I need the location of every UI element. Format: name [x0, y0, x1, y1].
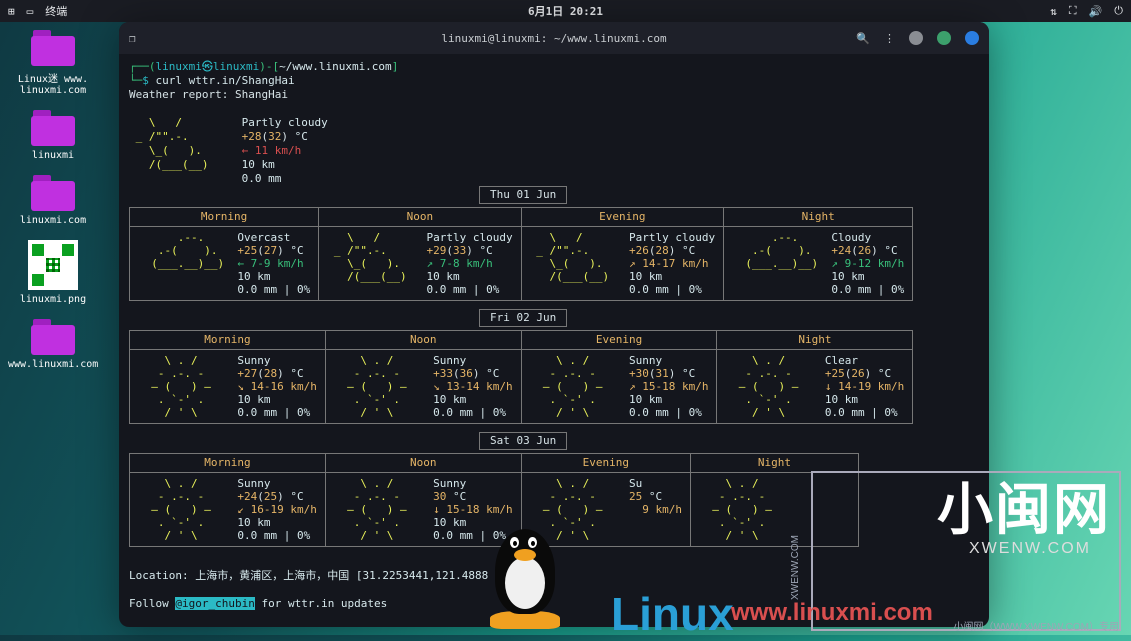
forecast-table: MorningNoonEveningNight \ . / Sunny - .-… [129, 330, 913, 424]
power-icon[interactable]: ⏻ [1114, 4, 1123, 18]
terminal-titlebar[interactable]: ❐ linuxmi@linuxmi: ~/www.linuxmi.com 🔍 ⋮ [119, 22, 989, 54]
folder-icon [31, 110, 75, 146]
forecast-cell: \ . / Sunny - .-. - +30(31) °C ‒ ( ) ‒ ↗… [521, 350, 717, 424]
desktop-icon-3[interactable]: linuxmi.png [8, 240, 98, 305]
screen-icon[interactable]: ⛶ [1069, 4, 1077, 18]
period-header: Night [690, 454, 858, 473]
new-tab-icon[interactable]: ❐ [129, 32, 136, 45]
desktop-icon-0[interactable]: Linux迷 www. linuxmi.com [8, 30, 98, 96]
day-label: Thu 01 Jun [479, 186, 567, 204]
activities-icon[interactable]: ⊞ [8, 5, 15, 18]
period-header: Noon [319, 208, 521, 227]
period-header: Morning [130, 331, 326, 350]
qr-image-icon [28, 240, 78, 290]
period-header: Evening [521, 208, 723, 227]
watermark-side: XWENW.COM [790, 535, 801, 600]
day-label: Sat 03 Jun [479, 432, 567, 450]
desktop-icon-label: linuxmi [8, 150, 98, 161]
active-app-label[interactable]: 终端 [45, 3, 67, 19]
period-header: Night [724, 208, 913, 227]
forecast-cell: \ . / Sunny - .-. - +33(36) °C ‒ ( ) ‒ ↘… [325, 350, 521, 424]
day-label: Fri 02 Jun [479, 309, 567, 327]
forecast-cell: \ . / Sunny - .-. - +24(25) °C ‒ ( ) ‒ ↙… [130, 473, 326, 547]
forecast-cell: \ / Partly cloudy _ /"".-. +29(33) °C \_… [319, 227, 521, 301]
desktop-icon-2[interactable]: linuxmi.com [8, 175, 98, 226]
desktop-icon-label: Linux迷 www. linuxmi.com [8, 70, 98, 96]
period-header: Noon [325, 454, 521, 473]
forecast-table: MorningNoonEveningNight .--. Overcast .-… [129, 207, 913, 301]
forecast-cell: \ . / Clear - .-. - +25(26) °C ‒ ( ) ‒ ↓… [717, 350, 913, 424]
network-icon[interactable]: ⇅ [1050, 5, 1057, 18]
window-list-icon[interactable]: ▭ [27, 5, 34, 18]
desktop-icon-1[interactable]: linuxmi [8, 110, 98, 161]
menu-icon[interactable]: ⋮ [884, 32, 895, 45]
period-header: Evening [521, 331, 717, 350]
desktop-icon-label: linuxmi.png [8, 294, 98, 305]
maximize-button[interactable] [937, 31, 951, 45]
forecast-cell: \ . / Sunny - .-. - +27(28) °C ‒ ( ) ‒ ↘… [130, 350, 326, 424]
system-top-bar: ⊞ ▭ 终端 6月1日 20:21 ⇅ ⛶ 🔊 ⏻ [0, 0, 1131, 22]
folder-icon [31, 175, 75, 211]
volume-icon[interactable]: 🔊 [1089, 5, 1103, 18]
tux-logo [480, 519, 570, 629]
period-header: Evening [521, 454, 690, 473]
author-handle: @igor_chubin [175, 597, 254, 610]
desktop-icon-4[interactable]: www.linuxmi.com [8, 319, 98, 370]
desktop-icon-label: linuxmi.com [8, 215, 98, 226]
window-title: linuxmi@linuxmi: ~/www.linuxmi.com [441, 32, 666, 45]
desktop-icons: Linux迷 www. linuxmi.com linuxmi linuxmi.co… [8, 30, 98, 384]
period-header: Morning [130, 208, 319, 227]
watermark-bottom: 小闽网（WWW.XWENW.COM）专用 [953, 618, 1119, 633]
forecast-cell: .--. Cloudy .-( ). +24(26) °C (___.__)__… [724, 227, 913, 301]
period-header: Noon [325, 331, 521, 350]
search-icon[interactable]: 🔍 [856, 32, 870, 45]
period-header: Morning [130, 454, 326, 473]
folder-icon [31, 319, 75, 355]
folder-icon [31, 30, 75, 66]
forecast-cell: \ . / - .-. - ‒ ( ) ‒ . `-' . / ' \ [690, 473, 858, 547]
desktop-icon-label: www.linuxmi.com [8, 359, 98, 370]
minimize-button[interactable] [909, 31, 923, 45]
period-header: Night [717, 331, 913, 350]
forecast-cell: \ / Partly cloudy _ /"".-. +26(28) °C \_… [521, 227, 723, 301]
forecast-cell: .--. Overcast .-( ). +25(27) °C (___.__)… [130, 227, 319, 301]
clock-label[interactable]: 6月1日 20:21 [528, 3, 603, 19]
close-button[interactable] [965, 31, 979, 45]
